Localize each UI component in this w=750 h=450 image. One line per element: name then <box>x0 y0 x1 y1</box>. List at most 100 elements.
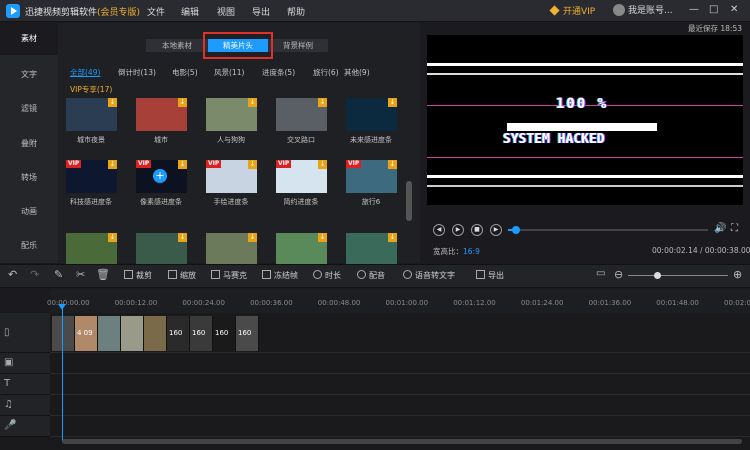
user-account[interactable]: 我是账号... <box>613 3 673 16</box>
download-icon[interactable]: ↓ <box>178 98 187 107</box>
text-track[interactable] <box>50 374 750 395</box>
video-clip[interactable] <box>52 316 75 351</box>
media-thumbnail[interactable]: ↓ <box>66 98 117 131</box>
video-clip[interactable] <box>121 316 144 351</box>
category-all[interactable]: 全部(49) <box>70 67 100 78</box>
media-thumbnail[interactable]: ↓ <box>206 233 257 266</box>
undo-icon[interactable]: ↶ <box>8 268 17 281</box>
export-button[interactable]: 导出 <box>476 270 504 281</box>
fit-timeline-icon[interactable]: ▭ <box>596 268 605 279</box>
media-thumbnail[interactable]: ↓ <box>206 98 257 131</box>
download-icon[interactable]: ↓ <box>318 98 327 107</box>
download-icon[interactable]: ↓ <box>178 160 187 169</box>
mosaic-button[interactable]: 马赛克 <box>211 270 247 281</box>
subtab-background[interactable]: 背景样例 <box>268 39 328 52</box>
speech-to-text-button[interactable]: 语音转文字 <box>403 270 455 281</box>
voice-track[interactable] <box>50 416 750 437</box>
media-thumbnail[interactable]: ↓ <box>346 233 397 266</box>
category-travel[interactable]: 旅行(6) <box>313 67 339 78</box>
freeze-frame-button[interactable]: 冻结帧 <box>262 270 298 281</box>
seek-knob[interactable] <box>512 226 520 234</box>
timeline-zoom-knob[interactable] <box>654 272 661 279</box>
subtab-local-media[interactable]: 本地素材 <box>146 39 208 52</box>
pip-track[interactable] <box>50 353 750 374</box>
timeline-scrollbar[interactable] <box>62 439 742 444</box>
download-icon[interactable]: ↓ <box>108 98 117 107</box>
add-to-timeline-button[interactable]: + <box>153 169 167 183</box>
download-icon[interactable]: ↓ <box>248 160 257 169</box>
menu-file[interactable]: 文件 <box>147 5 165 18</box>
close-icon[interactable]: ✕ <box>730 4 738 15</box>
fullscreen-icon[interactable]: ⛶ <box>731 223 738 234</box>
maximize-icon[interactable]: □ <box>709 4 718 15</box>
crop-button[interactable]: 裁剪 <box>124 270 152 281</box>
menu-export[interactable]: 导出 <box>252 5 270 18</box>
category-movie[interactable]: 电影(5) <box>172 67 198 78</box>
category-scenery[interactable]: 风景(11) <box>214 67 244 78</box>
seek-bar[interactable] <box>508 229 708 231</box>
play-button[interactable]: ▶ <box>452 224 464 236</box>
media-thumbnail[interactable]: ↓ VIP <box>66 160 117 193</box>
category-countdown[interactable]: 倒计时(13) <box>118 67 156 78</box>
download-icon[interactable]: ↓ <box>178 233 187 242</box>
duration-button[interactable]: 时长 <box>313 270 341 281</box>
playhead[interactable] <box>62 307 63 442</box>
tab-music[interactable]: 配乐 <box>0 240 58 251</box>
media-thumbnail[interactable]: ↓ <box>346 98 397 131</box>
zoom-out-icon[interactable]: ⊖ <box>614 268 623 281</box>
media-scrollbar[interactable] <box>406 181 412 221</box>
media-thumbnail[interactable]: ↓ <box>276 233 327 266</box>
dubbing-button[interactable]: 配音 <box>357 270 385 281</box>
zoom-button[interactable]: 缩放 <box>168 270 196 281</box>
tab-text[interactable]: 文字 <box>0 69 58 80</box>
download-icon[interactable]: ↓ <box>108 160 117 169</box>
timeline-zoom-slider[interactable] <box>628 275 728 276</box>
redo-icon[interactable]: ↷ <box>30 268 39 281</box>
video-clip[interactable] <box>98 316 121 351</box>
download-icon[interactable]: ↓ <box>388 233 397 242</box>
next-frame-button[interactable]: ▶ <box>490 224 502 236</box>
media-thumbnail[interactable]: ↓ <box>136 233 187 266</box>
download-icon[interactable]: ↓ <box>248 98 257 107</box>
category-progress[interactable]: 进度条(5) <box>262 67 295 78</box>
tab-transition[interactable]: 转场 <box>0 172 58 183</box>
video-clip[interactable]: 4 09 <box>75 316 98 351</box>
music-track[interactable] <box>50 395 750 416</box>
media-thumbnail[interactable]: ↓ <box>276 98 327 131</box>
menu-edit[interactable]: 编辑 <box>181 5 199 18</box>
volume-icon[interactable]: 🔊 <box>714 223 726 234</box>
video-clip[interactable]: 160 <box>236 316 259 351</box>
media-thumbnail[interactable]: ↓ <box>136 98 187 131</box>
media-thumbnail[interactable]: ↓ VIP <box>206 160 257 193</box>
video-clip[interactable]: 160 <box>213 316 236 351</box>
delete-icon[interactable]: 🗑 <box>96 268 110 281</box>
prev-frame-button[interactable]: ◀ <box>433 224 445 236</box>
download-icon[interactable]: ↓ <box>318 233 327 242</box>
zoom-in-icon[interactable]: ⊕ <box>733 268 742 281</box>
edit-icon[interactable]: ✎ <box>54 268 63 281</box>
tab-media[interactable]: 素材 <box>0 23 58 55</box>
cut-icon[interactable]: ✂ <box>76 268 85 281</box>
speech-label: 语音转文字 <box>415 271 455 280</box>
tab-animation[interactable]: 动画 <box>0 206 58 217</box>
vip-button[interactable]: 开通VIP <box>549 4 595 17</box>
media-thumbnail[interactable]: ↓ <box>66 233 117 266</box>
menu-help[interactable]: 帮助 <box>287 5 305 18</box>
stop-button[interactable]: ■ <box>471 224 483 236</box>
download-icon[interactable]: ↓ <box>108 233 117 242</box>
video-clip[interactable]: 160 <box>190 316 213 351</box>
download-icon[interactable]: ↓ <box>388 160 397 169</box>
aspect-ratio[interactable]: 宽高比：16:9 <box>433 246 480 257</box>
category-other[interactable]: 其他(9) <box>344 67 370 78</box>
tab-overlay[interactable]: 叠附 <box>0 138 58 149</box>
download-icon[interactable]: ↓ <box>388 98 397 107</box>
video-clip[interactable] <box>144 316 167 351</box>
download-icon[interactable]: ↓ <box>248 233 257 242</box>
download-icon[interactable]: ↓ <box>318 160 327 169</box>
tab-filter[interactable]: 滤镜 <box>0 103 58 114</box>
video-clip[interactable]: 160 <box>167 316 190 351</box>
minimize-icon[interactable]: — <box>689 4 699 15</box>
menu-view[interactable]: 视图 <box>217 5 235 18</box>
media-thumbnail[interactable]: ↓ VIP <box>346 160 397 193</box>
media-thumbnail[interactable]: ↓ VIP <box>276 160 327 193</box>
